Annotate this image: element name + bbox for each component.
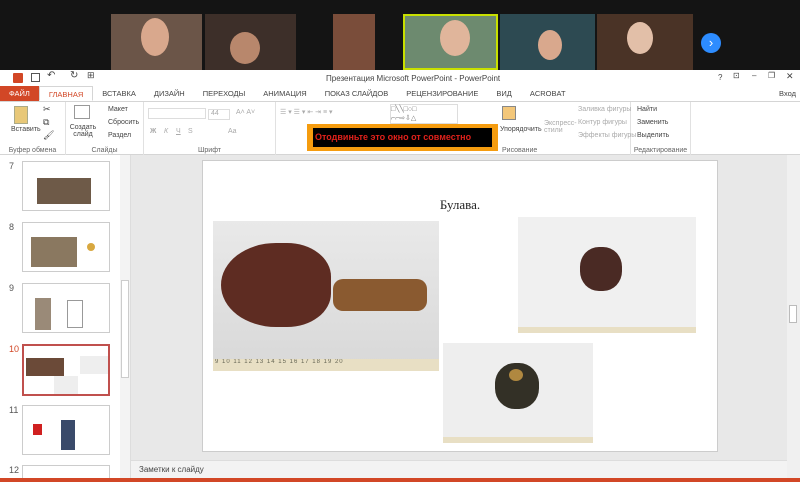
tab-review[interactable]: РЕЦЕНЗИРОВАНИЕ <box>397 86 487 101</box>
group-clipboard: Вставить ✂ ⧉ 🖌 Буфер обмена <box>0 102 66 155</box>
ribbon-options-button[interactable]: ⊡ <box>733 71 740 80</box>
cut-icon[interactable]: ✂ <box>43 104 51 115</box>
ribbon-tabs: ФАЙЛ ГЛАВНАЯ ВСТАВКА ДИЗАЙН ПЕРЕХОДЫ АНИ… <box>0 86 800 101</box>
group-label: Слайды <box>91 147 118 154</box>
mace-head-photo-bottom[interactable] <box>443 343 593 443</box>
current-slide[interactable]: Булава. 9 10 11 12 13 14 15 16 17 18 19 … <box>202 160 718 452</box>
tab-home[interactable]: ГЛАВНАЯ <box>38 86 94 101</box>
maximize-button[interactable]: ❐ <box>768 71 775 80</box>
ruler <box>443 437 593 443</box>
video-participant-2[interactable] <box>205 14 296 70</box>
shape-effects-button[interactable]: Эффекты фигуры <box>578 132 636 139</box>
video-participant-6[interactable] <box>597 14 693 70</box>
slide-thumbnail-7[interactable] <box>22 161 110 211</box>
thumb-number: 7 <box>9 161 15 171</box>
close-button[interactable]: ✕ <box>786 71 794 82</box>
title-bar: ↶ ↻ ⊞ Презентация Microsoft PowerPoint -… <box>0 70 800 86</box>
thumb-number: 11 <box>9 405 19 415</box>
slide-thumbnail-10[interactable] <box>22 344 110 396</box>
bold-button[interactable]: Ж <box>150 128 156 135</box>
paste-icon <box>14 106 28 124</box>
replace-button[interactable]: Заменить <box>637 119 668 126</box>
tab-slideshow[interactable]: ПОКАЗ СЛАЙДОВ <box>316 86 398 101</box>
thumb-number: 12 <box>9 465 20 475</box>
strike-button[interactable]: S <box>188 128 193 135</box>
tab-transitions[interactable]: ПЕРЕХОДЫ <box>194 86 255 101</box>
shape-outline-button[interactable]: Контур фигуры <box>578 119 627 126</box>
group-label: Редактирование <box>633 147 688 154</box>
group-label: Рисование <box>502 147 538 154</box>
bullets-icon[interactable]: ☰ ▾ ☰ ▾ ⇤ ⇥ ≡ ▾ <box>280 108 333 116</box>
tab-view[interactable]: ВИД <box>487 86 520 101</box>
copy-icon[interactable]: ⧉ <box>43 117 49 128</box>
save-icon[interactable] <box>31 73 40 82</box>
slide-thumbnail-12[interactable] <box>22 465 110 478</box>
slide-thumbnail-9[interactable] <box>22 283 110 333</box>
mace-head-photo-top[interactable] <box>518 217 696 333</box>
italic-button[interactable]: К <box>164 128 168 135</box>
tab-insert[interactable]: ВСТАВКА <box>93 86 145 101</box>
find-button[interactable]: Найти <box>637 106 657 113</box>
undo-icon[interactable]: ↶ <box>47 70 55 81</box>
tab-file[interactable]: ФАЙЛ <box>0 86 39 101</box>
slideshow-icon[interactable]: ⊞ <box>87 70 95 81</box>
video-participant-4[interactable] <box>403 14 498 70</box>
minimize-button[interactable]: – <box>752 71 756 80</box>
group-font: 44 A˄ A˅ Ж К Ч S Aa Шрифт <box>144 102 276 155</box>
group-slides: Создать слайд Макет Сбросить Раздел Слай… <box>66 102 144 155</box>
underline-button[interactable]: Ч <box>176 128 181 135</box>
next-videos-button[interactable]: › <box>701 33 721 53</box>
redo-icon[interactable]: ↻ <box>70 70 78 81</box>
slide-thumbnail-11[interactable] <box>22 405 110 455</box>
screen-share-warning: Отодвиньте это окно от совместно <box>307 124 498 151</box>
quick-styles-button[interactable]: Экспресс-стили <box>544 120 577 134</box>
shapes-gallery[interactable]: □╲╲□○□ ⌐⌐⇨⇩△ <box>390 104 458 124</box>
reset-button[interactable]: Сбросить <box>108 119 139 126</box>
mace-photo-large[interactable]: 9 10 11 12 13 14 15 16 17 18 19 20 <box>213 221 439 371</box>
font-name-input[interactable] <box>148 108 206 119</box>
arrange-button[interactable]: Упорядочить <box>500 126 542 133</box>
new-slide-button[interactable]: Создать слайд <box>68 124 98 138</box>
ruler: 9 10 11 12 13 14 15 16 17 18 19 20 <box>213 359 439 371</box>
signin-link[interactable]: Вход <box>779 89 796 98</box>
thumbnails-scrollbar[interactable] <box>120 155 130 478</box>
slide-scrollbar[interactable] <box>787 155 800 478</box>
warning-text: Отодвиньте это окно от совместно <box>313 128 492 147</box>
slide-title[interactable]: Булава. <box>203 197 717 213</box>
status-bar <box>0 478 800 482</box>
video-participant-1[interactable] <box>111 14 202 70</box>
thumb-number: 10 <box>9 344 20 354</box>
powerpoint-icon <box>13 73 23 83</box>
video-participant-3[interactable] <box>333 14 375 70</box>
group-editing: Найти Заменить Выделить Редактирование <box>631 102 691 155</box>
thumb-number: 9 <box>9 283 15 293</box>
select-button[interactable]: Выделить <box>637 132 669 139</box>
section-button[interactable]: Раздел <box>108 132 131 139</box>
shape-fill-button[interactable]: Заливка фигуры <box>578 106 631 113</box>
slide-editor[interactable]: Булава. 9 10 11 12 13 14 15 16 17 18 19 … <box>131 155 787 460</box>
slide-thumbnails-pane[interactable]: 7 8 9 10 11 12 <box>0 155 131 478</box>
tab-animations[interactable]: АНИМАЦИЯ <box>254 86 315 101</box>
video-participant-5[interactable] <box>500 14 595 70</box>
tab-acrobat[interactable]: ACROBAT <box>521 86 575 101</box>
new-slide-icon <box>74 105 90 119</box>
font-grow-icon[interactable]: A˄ A˅ <box>236 109 255 116</box>
thumb-number: 8 <box>9 222 15 232</box>
arrange-icon[interactable] <box>502 106 516 120</box>
help-button[interactable]: ? <box>718 73 722 82</box>
change-case-button[interactable]: Aa <box>228 128 237 135</box>
group-label: Буфер обмена <box>8 147 57 154</box>
layout-button[interactable]: Макет <box>108 106 128 113</box>
notes-pane[interactable]: Заметки к слайду <box>131 460 787 478</box>
group-label: Шрифт <box>197 147 222 154</box>
slide-thumbnail-8[interactable] <box>22 222 110 272</box>
ruler <box>518 327 696 333</box>
window-title: Презентация Microsoft PowerPoint - Power… <box>326 74 501 83</box>
paste-button[interactable]: Вставить <box>11 126 41 133</box>
tab-design[interactable]: ДИЗАЙН <box>145 86 194 101</box>
font-size-input[interactable]: 44 <box>208 109 230 120</box>
format-painter-icon[interactable]: 🖌 <box>43 130 54 141</box>
